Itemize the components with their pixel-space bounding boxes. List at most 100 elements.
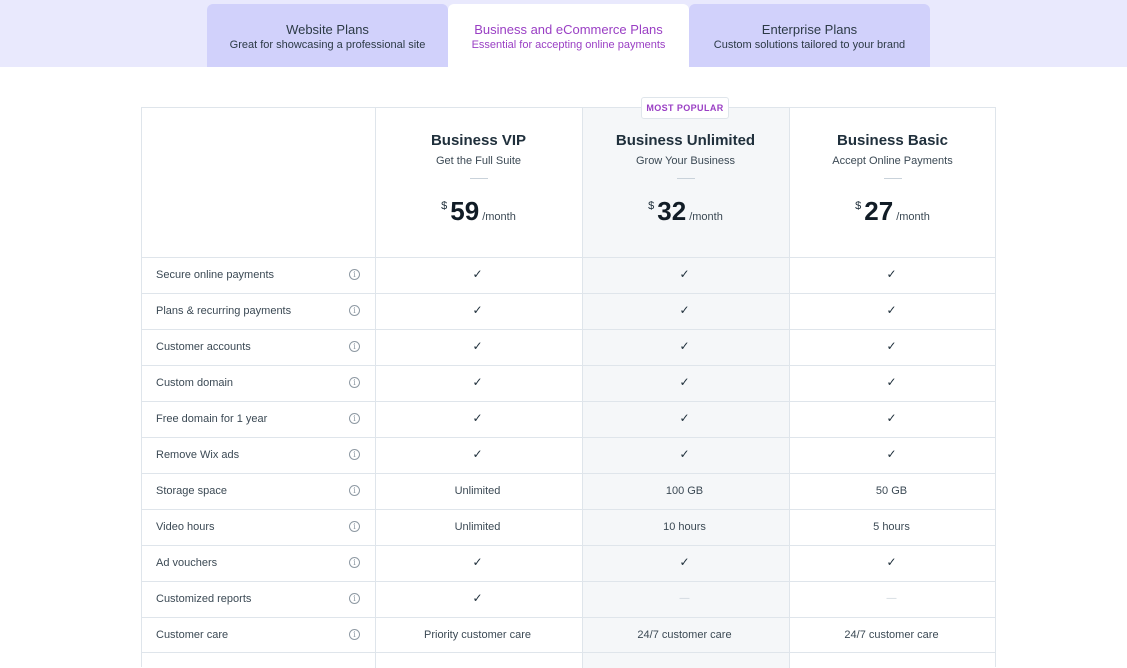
tab-subtitle: Great for showcasing a professional site [229, 39, 426, 51]
tab-subtitle: Essential for accepting online payments [471, 39, 666, 51]
currency-symbol: $ [648, 200, 655, 212]
tab-website-plans[interactable]: Website Plans Great for showcasing a pro… [207, 4, 448, 67]
feature-row: Plans & recurring payments i ✓ ✓ ✓ [141, 293, 996, 329]
feature-value: — [679, 593, 690, 604]
plan-name: Business Unlimited [615, 132, 756, 149]
feature-value: ✓ [679, 411, 690, 425]
feature-row: Remove Wix ads i ✓ ✓ ✓ [141, 437, 996, 473]
price-period: /month [689, 211, 723, 223]
feature-value: ✓ [679, 267, 690, 281]
info-icon[interactable]: i [349, 269, 360, 280]
plan-header-business-vip: Business VIP Get the Full Suite $59/mont… [375, 107, 582, 257]
feature-label: Customer accounts [156, 341, 251, 353]
info-icon[interactable]: i [349, 593, 360, 604]
info-icon[interactable]: i [349, 449, 360, 460]
feature-label: Customer care [156, 629, 229, 641]
info-icon[interactable]: i [349, 377, 360, 388]
plan-price: $32/month [582, 198, 789, 228]
feature-value: ✓ [886, 339, 897, 353]
plan-category-tabs: Website Plans Great for showcasing a pro… [0, 0, 1127, 67]
feature-value: ✓ [679, 375, 690, 389]
feature-label: Custom domain [156, 377, 234, 389]
feature-value: ✓ [886, 411, 897, 425]
feature-value: ✓ [886, 303, 897, 317]
divider [469, 178, 488, 179]
tab-business-ecommerce-plans[interactable]: Business and eCommerce Plans Essential f… [448, 4, 689, 67]
feature-row: Free domain for 1 year i ✓ ✓ ✓ [141, 401, 996, 437]
plan-price: $59/month [375, 198, 582, 228]
feature-value: — [886, 593, 897, 604]
feature-label: Video hours [156, 521, 215, 533]
feature-row: Customer accounts i ✓ ✓ ✓ [141, 329, 996, 365]
tab-title: Website Plans [286, 22, 369, 37]
feature-value: Priority customer care [424, 629, 531, 641]
info-icon[interactable]: i [349, 413, 360, 424]
plan-tagline: Accept Online Payments [832, 155, 953, 167]
feature-value: ✓ [472, 591, 483, 605]
feature-row: Customer care i Priority customer care 2… [141, 617, 996, 653]
feature-row: Custom domain i ✓ ✓ ✓ [141, 365, 996, 401]
info-icon[interactable]: i [349, 485, 360, 496]
plan-price: $27/month [789, 198, 996, 228]
divider [883, 178, 902, 179]
feature-label: Free domain for 1 year [156, 413, 268, 425]
plan-tagline: Get the Full Suite [436, 155, 521, 167]
plan-header-business-basic: Business Basic Accept Online Payments $2… [789, 107, 996, 257]
feature-value: ✓ [472, 303, 483, 317]
feature-label: Remove Wix ads [156, 449, 240, 461]
plan-name: Business Basic [837, 132, 948, 149]
feature-value: ✓ [886, 375, 897, 389]
feature-value: 10 hours [663, 521, 706, 533]
price-amount: 32 [657, 196, 687, 226]
feature-value: ✓ [472, 375, 483, 389]
price-amount: 27 [864, 196, 894, 226]
feature-value: 24/7 customer care [637, 629, 732, 641]
plan-header-business-unlimited: Business Unlimited Grow Your Business $3… [582, 107, 789, 257]
info-icon[interactable]: i [349, 557, 360, 568]
feature-row: Video hours i Unlimited 10 hours 5 hours [141, 509, 996, 545]
feature-value: 50 GB [875, 485, 908, 497]
feature-label: Secure online payments [156, 269, 275, 281]
info-icon[interactable]: i [349, 629, 360, 640]
feature-value: ✓ [472, 555, 483, 569]
feature-value: ✓ [472, 267, 483, 281]
feature-value: 24/7 customer care [844, 629, 939, 641]
info-icon[interactable]: i [349, 305, 360, 316]
info-icon[interactable]: i [349, 341, 360, 352]
tab-subtitle: Custom solutions tailored to your brand [713, 39, 906, 51]
feature-value: Unlimited [454, 485, 501, 497]
price-period: /month [896, 211, 930, 223]
plan-name: Business VIP [430, 132, 527, 149]
feature-value: ✓ [472, 411, 483, 425]
feature-row: Customized reports i ✓ — — [141, 581, 996, 617]
feature-value: ✓ [472, 339, 483, 353]
currency-symbol: $ [855, 200, 862, 212]
feature-value: ✓ [679, 447, 690, 461]
feature-row: Storage space i Unlimited 100 GB 50 GB [141, 473, 996, 509]
feature-row: Secure online payments i ✓ ✓ ✓ [141, 257, 996, 293]
currency-symbol: $ [441, 200, 448, 212]
feature-label: Customized reports [156, 593, 252, 605]
feature-value: ✓ [886, 267, 897, 281]
tab-title: Business and eCommerce Plans [474, 22, 663, 37]
feature-value: 5 hours [873, 521, 910, 533]
feature-value: ✓ [679, 555, 690, 569]
divider [676, 178, 695, 179]
feature-row: Ad vouchers i ✓ ✓ ✓ [141, 545, 996, 581]
info-icon[interactable]: i [349, 521, 360, 532]
feature-value: ✓ [472, 447, 483, 461]
feature-value: ✓ [679, 303, 690, 317]
feature-value: Unlimited [454, 521, 501, 533]
price-amount: 59 [450, 196, 480, 226]
feature-label: Plans & recurring payments [156, 305, 292, 317]
feature-label: Storage space [156, 485, 227, 497]
feature-label: Ad vouchers [156, 557, 218, 569]
feature-value: ✓ [886, 447, 897, 461]
feature-value: ✓ [886, 555, 897, 569]
feature-value: ✓ [679, 339, 690, 353]
plan-tagline: Grow Your Business [635, 155, 736, 167]
tab-enterprise-plans[interactable]: Enterprise Plans Custom solutions tailor… [689, 4, 930, 67]
price-period: /month [482, 211, 516, 223]
feature-value: 100 GB [665, 485, 704, 497]
tab-title: Enterprise Plans [761, 22, 858, 37]
